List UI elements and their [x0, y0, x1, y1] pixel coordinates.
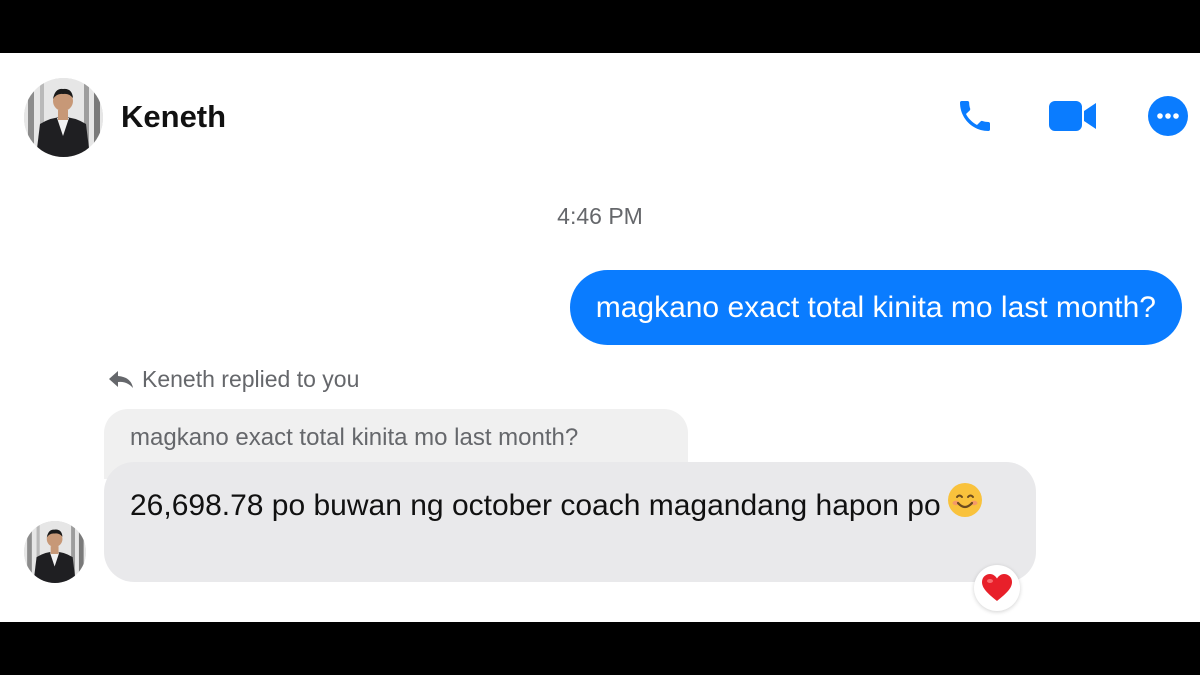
- chat-window: Keneth 4:46 PM magkano exact total kinit…: [0, 53, 1200, 622]
- outgoing-message-text: magkano exact total kinita mo last month…: [595, 290, 1156, 324]
- video-camera-icon: [1049, 101, 1096, 131]
- outgoing-message-bubble[interactable]: magkano exact total kinita mo last month…: [569, 270, 1182, 345]
- contact-name[interactable]: Keneth: [121, 99, 226, 135]
- message-timestamp: 4:46 PM: [557, 203, 643, 229]
- incoming-message-text: 26,698.78 po buwan ng october coach maga…: [130, 488, 941, 522]
- reply-arrow-icon: [109, 370, 133, 388]
- more-options-button[interactable]: [1146, 94, 1190, 138]
- phone-icon: [960, 101, 990, 131]
- profile-photo-icon: [24, 521, 86, 583]
- sender-avatar[interactable]: [24, 521, 86, 583]
- reply-indicator-label: Keneth replied to you: [142, 366, 360, 392]
- more-options-icon: [1148, 96, 1188, 136]
- contact-avatar[interactable]: [24, 78, 103, 157]
- quoted-message-text: magkano exact total kinita mo last month…: [130, 424, 579, 451]
- smiling-face-emoji-icon: [947, 482, 983, 532]
- video-call-button[interactable]: [1048, 94, 1098, 138]
- heart-reaction[interactable]: [974, 565, 1020, 611]
- incoming-message-bubble[interactable]: 26,698.78 po buwan ng october coach maga…: [104, 462, 1036, 582]
- audio-call-button[interactable]: [953, 94, 997, 138]
- chat-header: Keneth: [0, 53, 1200, 183]
- reply-indicator: Keneth replied to you: [108, 366, 359, 393]
- heart-icon: [982, 574, 1012, 601]
- profile-photo-icon: [24, 78, 103, 157]
